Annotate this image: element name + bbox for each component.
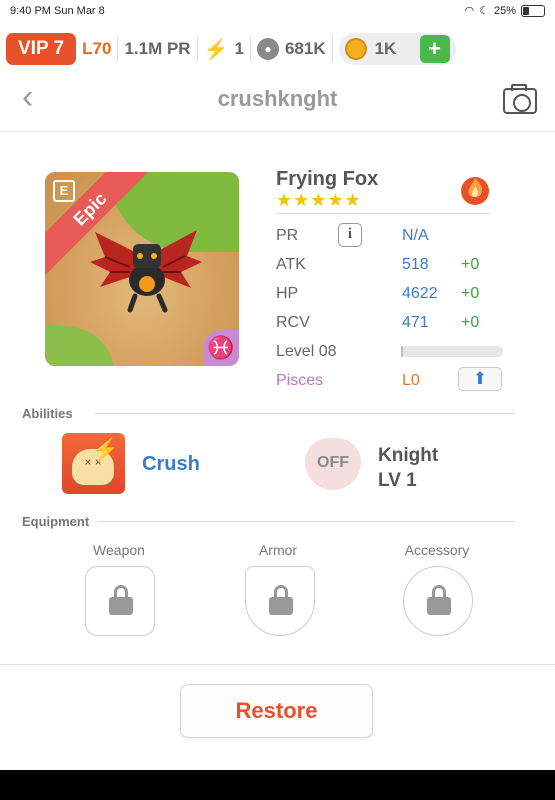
stat-delta-rcv: +0 [461, 314, 480, 331]
ability-secondary-name: Knight [378, 445, 439, 466]
star-rating: ★★★★★ [276, 190, 362, 210]
page-title: crushknght [217, 86, 338, 111]
accessory-slot[interactable] [403, 566, 473, 636]
pet-name: Frying Fox [276, 168, 379, 190]
arrow-up-icon: ⬆ [472, 369, 488, 388]
status-right: ◠ ☾ 25% [464, 4, 545, 17]
vip-badge[interactable]: VIP 7 [6, 33, 77, 65]
lightning-icon: ⚡ [91, 437, 119, 462]
grass-decoration [45, 326, 115, 366]
player-level: L70 [82, 39, 112, 58]
restore-button[interactable]: Restore [180, 684, 373, 738]
armor-label: Armor [258, 542, 298, 558]
lock-icon [427, 585, 451, 615]
divider [249, 36, 251, 62]
stat-value-pr: N/A [402, 227, 429, 244]
ability-secondary-level: LV 1 [378, 470, 417, 491]
stat-label-pr: PR [276, 227, 299, 244]
wifi-icon: ◠ [464, 5, 475, 17]
lock-icon [269, 585, 293, 615]
armor-slot[interactable] [245, 566, 315, 636]
battery-percent: 25% [493, 4, 516, 17]
stat-value-hp: 4622 [402, 285, 438, 302]
paw-icon: ● [256, 38, 279, 60]
fire-element-icon [461, 177, 489, 205]
pet-detail-screen: 9:40 PM Sun Mar 8 ◠ ☾ 25% VIP 7 L70 1.1M… [0, 0, 555, 770]
ability-off-label: OFF [317, 454, 349, 471]
lock-icon [109, 585, 133, 615]
divider [117, 36, 119, 62]
stat-value-atk: 518 [402, 256, 429, 273]
coin-icon [344, 38, 367, 60]
moon-icon: ☾ [479, 5, 489, 17]
add-coins-button[interactable]: + [419, 35, 450, 63]
page-header: ‹ crushknght [0, 68, 555, 132]
status-time: 9:40 PM Sun Mar 8 [10, 5, 105, 17]
stat-value-rcv: 471 [402, 314, 429, 331]
ability-knight-icon[interactable]: OFF [301, 432, 365, 496]
energy-counter[interactable]: ⚡ 1 [204, 33, 244, 65]
divider [276, 213, 490, 214]
stat-delta-hp: +0 [461, 285, 480, 302]
pet-portrait[interactable]: Epic E ♓ [45, 172, 239, 366]
abilities-heading: Abilities [22, 406, 73, 421]
stat-label-hp: HP [276, 285, 299, 302]
accessory-label: Accessory [404, 542, 470, 558]
upgrade-zodiac-button[interactable]: ⬆ [458, 367, 502, 391]
divider [196, 36, 198, 62]
power-rating: 1.1M PR [124, 39, 191, 58]
zodiac-sign-icon: ♓ [203, 330, 239, 366]
paw-points-counter[interactable]: ● 681K [256, 33, 326, 65]
zodiac-level: L0 [402, 372, 420, 389]
info-icon[interactable]: i [338, 223, 362, 247]
ability-name-primary[interactable]: Crush [142, 453, 200, 476]
status-bar: 9:40 PM Sun Mar 8 ◠ ☾ 25% [0, 0, 555, 24]
lightning-icon: ⚡ [203, 38, 229, 61]
stat-label-atk: ATK [276, 256, 306, 273]
stat-label-rcv: RCV [276, 314, 310, 331]
paw-points-value: 681K [284, 39, 326, 58]
battery-icon [521, 4, 545, 17]
level-label: Level 08 [276, 343, 337, 360]
coins-counter[interactable]: 1K + [338, 33, 456, 65]
divider [95, 413, 515, 414]
divider [97, 521, 515, 522]
level-progress-bar [401, 346, 503, 357]
weapon-label: Weapon [93, 542, 145, 558]
dragon-illustration [90, 230, 202, 313]
divider [0, 664, 555, 665]
element-icon: E [53, 180, 75, 202]
divider [331, 36, 333, 62]
energy-value: 1 [234, 39, 244, 58]
zodiac-label: Pisces [276, 372, 324, 389]
coins-value: 1K [374, 39, 397, 58]
ability-name-secondary[interactable]: Knight LV 1 [378, 443, 438, 493]
currency-bar: VIP 7 L70 1.1M PR ⚡ 1 ● 681K 1K + [0, 30, 555, 68]
equipment-heading: Equipment [22, 514, 90, 529]
camera-icon[interactable] [503, 84, 537, 114]
weapon-slot[interactable] [85, 566, 155, 636]
stat-delta-atk: +0 [461, 256, 480, 273]
ability-crush-icon[interactable]: × × ⚡ [62, 433, 125, 494]
